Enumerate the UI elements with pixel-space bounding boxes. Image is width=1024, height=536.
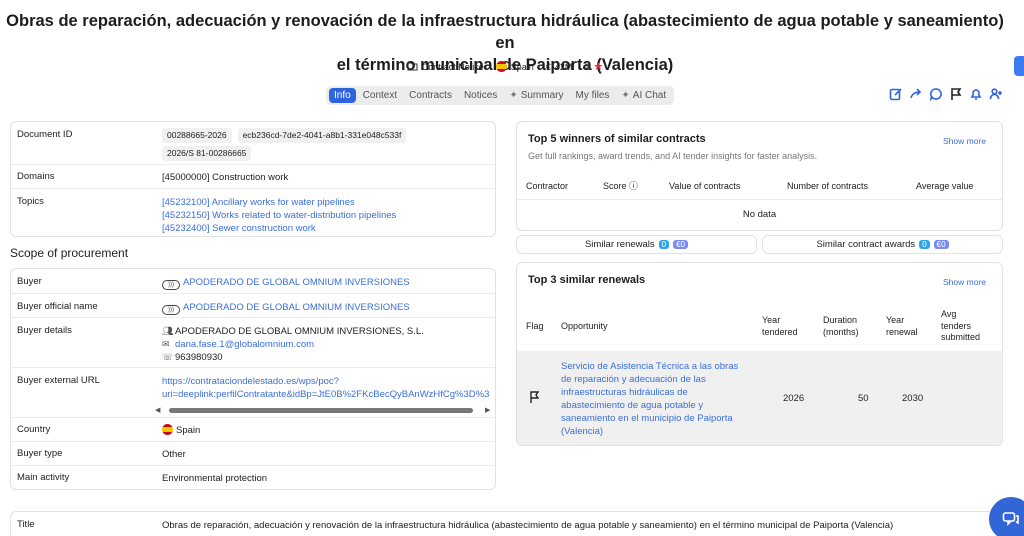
country-badge: Spain bbox=[495, 61, 534, 72]
top-winners-card: Top 5 winners of similar contracts Show … bbox=[516, 121, 1003, 231]
side-panel-tab[interactable] bbox=[1014, 56, 1024, 76]
show-more-link[interactable]: Show more bbox=[943, 277, 986, 287]
bell-icon[interactable] bbox=[968, 86, 983, 101]
people-icon: 👥︎ bbox=[162, 326, 174, 336]
buyer-url-link[interactable]: https://contrataciondelestado.es/wps/poc… bbox=[162, 375, 492, 388]
main-activity-row: Main activity Environmental protection bbox=[11, 465, 495, 491]
opportunity-link[interactable]: Servicio de Asistencia Técnica a las obr… bbox=[561, 360, 738, 438]
value-badge: € 42M bbox=[545, 61, 573, 72]
organization-icon: ))) bbox=[162, 305, 180, 315]
chat-icon bbox=[1002, 512, 1019, 526]
tab-ai-chat[interactable]: ✦ AI Chat bbox=[616, 88, 671, 103]
domains-row: Domains [45000000] Construction work bbox=[11, 164, 495, 188]
info-icon[interactable]: ⓘ bbox=[629, 181, 638, 191]
topic-link[interactable]: [45232100] Ancillary works for water pip… bbox=[162, 196, 396, 209]
document-id-chips: 00288665-2026 ecb236cd-7de2-4041-a8b1-331… bbox=[162, 128, 412, 143]
star-icon: ★ bbox=[593, 61, 604, 73]
empty-state: No data bbox=[742, 209, 777, 220]
flag-icon[interactable] bbox=[948, 86, 963, 101]
document-id-row: Document ID 00288665-2026 ecb236cd-7de2-4… bbox=[11, 122, 495, 164]
email-link[interactable]: dana.fase.1@globalomnium.com bbox=[175, 339, 314, 350]
organization-icon: ))) bbox=[162, 280, 180, 290]
section-heading: Scope of procurement bbox=[10, 246, 129, 260]
share-icon[interactable] bbox=[908, 86, 923, 101]
top-renewals-card: Top 3 similar renewals Show more Flag Op… bbox=[516, 262, 1003, 446]
euro-icon: € bbox=[545, 61, 551, 72]
sparkle-icon: ✦ bbox=[621, 90, 630, 101]
show-more-link[interactable]: Show more bbox=[943, 136, 986, 146]
mail-icon: ✉ bbox=[162, 339, 170, 349]
tab-notices[interactable]: Notices bbox=[459, 88, 502, 103]
chat-button[interactable] bbox=[989, 497, 1024, 536]
buyer-link[interactable]: APODERADO DE GLOBAL OMNIUM INVERSIONES bbox=[183, 277, 410, 288]
buyer-official-row: Buyer official name ))) APODERADO DE GLOB… bbox=[11, 293, 495, 317]
similar-awards-pill[interactable]: Similar contract awards 0 €0 bbox=[762, 235, 1003, 254]
sparkle-icon: ✦ bbox=[509, 90, 518, 101]
buyer-details-row: Buyer details 👥︎ APODERADO DE GLOBAL OMNI… bbox=[11, 317, 495, 367]
domain-link[interactable]: [45000000] Construction work bbox=[162, 171, 288, 184]
tab-summary[interactable]: ✦ Summary bbox=[504, 88, 568, 103]
spain-flag-icon bbox=[162, 424, 173, 435]
tab-context[interactable]: Context bbox=[358, 88, 402, 103]
buyer-type-row: Buyer type Other bbox=[11, 441, 495, 465]
tab-contracts[interactable]: Contracts bbox=[404, 88, 457, 103]
document-details-card: Document ID 00288665-2026 ecb236cd-7de2-4… bbox=[10, 121, 496, 237]
buyer-official-link[interactable]: APODERADO DE GLOBAL OMNIUM INVERSIONES bbox=[183, 302, 410, 313]
meta-row: Contract Notice Spain € 42M 1 ★ bbox=[0, 60, 1010, 73]
topic-link[interactable]: [45232400] Sewer construction work bbox=[162, 222, 396, 235]
notice-type: Contract Notice bbox=[407, 61, 484, 73]
scroll-thumb[interactable] bbox=[169, 408, 473, 413]
title-card: Title Obras de reparación, adecuación y … bbox=[10, 511, 1003, 536]
country-row: Country Spain bbox=[11, 417, 495, 441]
scroll-left-icon[interactable]: ◀ bbox=[155, 406, 160, 414]
add-user-icon[interactable] bbox=[988, 86, 1003, 101]
similar-renewals-pill[interactable]: Similar renewals 0 €0 bbox=[516, 235, 757, 254]
action-toolbar bbox=[888, 86, 1003, 101]
tab-bar: Info Context Contracts Notices ✦ Summary … bbox=[326, 86, 675, 105]
edit-icon[interactable] bbox=[888, 86, 903, 101]
table-row[interactable]: Servicio de Asistencia Técnica a las obr… bbox=[517, 351, 1002, 445]
phone-icon: ☏ bbox=[162, 352, 174, 362]
tab-info[interactable]: Info bbox=[329, 88, 356, 103]
flag-icon[interactable] bbox=[529, 391, 541, 407]
scope-card: Buyer ))) APODERADO DE GLOBAL OMNIUM INVE… bbox=[10, 268, 496, 490]
comment-icon[interactable] bbox=[928, 86, 943, 101]
tab-my-files[interactable]: My files bbox=[571, 88, 615, 103]
folder-icon bbox=[407, 61, 418, 73]
rating-badge[interactable]: 1 ★ bbox=[584, 60, 603, 73]
scroll-right-icon[interactable]: ▶ bbox=[485, 406, 490, 414]
spain-flag-icon bbox=[495, 61, 507, 72]
horizontal-scrollbar[interactable]: ◀ ▶ bbox=[153, 406, 493, 414]
buyer-row: Buyer ))) APODERADO DE GLOBAL OMNIUM INVE… bbox=[17, 276, 410, 290]
topic-link[interactable]: [45232150] Works related to water-distri… bbox=[162, 209, 396, 222]
topics-row: Topics [45232100] Ancillary works for wa… bbox=[11, 188, 495, 238]
